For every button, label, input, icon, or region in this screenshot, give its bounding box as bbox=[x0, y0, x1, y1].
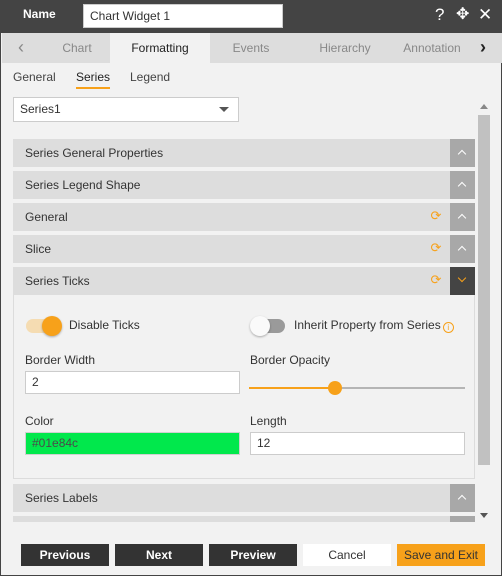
scrollbar-thumb[interactable] bbox=[478, 115, 490, 465]
slider-thumb[interactable] bbox=[328, 381, 343, 395]
color-input[interactable]: #01e84c bbox=[25, 432, 240, 455]
series-select-value: Series1 bbox=[20, 102, 61, 116]
expand-button[interactable] bbox=[450, 139, 475, 167]
previous-button[interactable]: Previous bbox=[21, 544, 109, 566]
border-opacity-label: Border Opacity bbox=[250, 353, 331, 367]
panel-title: Series Labels bbox=[25, 491, 98, 505]
panel-slice[interactable]: Slice ⟳ bbox=[13, 235, 475, 263]
disable-ticks-toggle[interactable] bbox=[26, 316, 62, 336]
name-label: Name bbox=[23, 7, 56, 21]
inherit-property-toggle[interactable] bbox=[250, 316, 285, 336]
tab-scroll-left-icon[interactable]: ‹ bbox=[6, 33, 36, 63]
tab-scroll-right-icon[interactable]: › bbox=[468, 33, 498, 63]
border-opacity-slider[interactable] bbox=[249, 381, 465, 395]
chevron-up-icon bbox=[457, 494, 467, 504]
panel-series-legend-shape[interactable]: Series Legend Shape bbox=[13, 171, 475, 199]
preview-button[interactable]: Preview bbox=[209, 544, 297, 566]
tab-hierarchy[interactable]: Hierarchy bbox=[292, 33, 398, 63]
tab-bar: ‹ Chart Formatting Events Hierarchy Anno… bbox=[2, 33, 502, 63]
subtab-general[interactable]: General bbox=[13, 70, 56, 84]
panel-title: Series General Properties bbox=[25, 146, 164, 160]
color-label: Color bbox=[25, 414, 54, 428]
help-icon[interactable]: ? bbox=[435, 5, 444, 25]
reset-icon[interactable]: ⟳ bbox=[429, 209, 443, 223]
panel-title: General bbox=[25, 210, 68, 224]
dialog-header: Name ? ✥ ✕ bbox=[1, 0, 502, 33]
next-button[interactable]: Next bbox=[115, 544, 203, 566]
close-icon[interactable]: ✕ bbox=[478, 5, 492, 25]
border-width-label: Border Width bbox=[25, 353, 96, 367]
slider-fill bbox=[249, 387, 336, 389]
panel-general[interactable]: General ⟳ bbox=[13, 203, 475, 231]
expand-button[interactable] bbox=[450, 484, 475, 512]
tab-chart[interactable]: Chart bbox=[44, 33, 110, 63]
length-label: Length bbox=[250, 414, 287, 428]
panel-series-ticks[interactable]: Series Ticks ⟳ bbox=[13, 267, 475, 295]
series-ticks-body: Disable Ticks Inherit Property from Seri… bbox=[13, 295, 475, 479]
panel-series-labels[interactable]: Series Labels bbox=[13, 484, 475, 512]
tab-events[interactable]: Events bbox=[210, 33, 292, 63]
expand-button[interactable] bbox=[450, 516, 475, 522]
toggle-knob bbox=[42, 316, 62, 336]
panel-title: Series Ticks bbox=[25, 274, 90, 288]
chevron-up-icon bbox=[457, 245, 467, 255]
chevron-up-icon bbox=[457, 181, 467, 191]
subtab-legend[interactable]: Legend bbox=[130, 70, 170, 84]
widget-name-input[interactable] bbox=[83, 4, 283, 28]
reset-icon[interactable]: ⟳ bbox=[429, 273, 443, 287]
properties-scroll-area: Series General Properties Series Legend … bbox=[13, 139, 475, 522]
chevron-up-icon bbox=[457, 149, 467, 159]
save-and-exit-button[interactable]: Save and Exit bbox=[397, 544, 485, 566]
panel-series-general-properties[interactable]: Series General Properties bbox=[13, 139, 475, 167]
panel-title: Slice bbox=[25, 242, 52, 256]
move-icon[interactable]: ✥ bbox=[456, 5, 469, 25]
chart-widget-dialog: Name ? ✥ ✕ ‹ Chart Formatting Events Hie… bbox=[0, 0, 502, 576]
series-select[interactable]: Series1 bbox=[13, 97, 239, 122]
panel-title: Series Legend Shape bbox=[25, 178, 141, 192]
inherit-property-label: Inherit Property from Series i bbox=[294, 318, 454, 333]
tab-formatting[interactable]: Formatting bbox=[110, 33, 210, 63]
info-icon[interactable]: i bbox=[442, 322, 454, 333]
expand-button[interactable] bbox=[450, 203, 475, 231]
length-input[interactable]: 12 bbox=[250, 432, 465, 455]
panel-next-partial[interactable] bbox=[13, 516, 475, 522]
chevron-up-icon bbox=[457, 213, 467, 223]
cancel-button[interactable]: Cancel bbox=[303, 544, 391, 566]
chevron-down-icon bbox=[219, 107, 229, 112]
border-width-input[interactable]: 2 bbox=[25, 371, 240, 394]
reset-icon[interactable]: ⟳ bbox=[429, 241, 443, 255]
expand-button[interactable] bbox=[450, 171, 475, 199]
scroll-down-icon[interactable] bbox=[480, 513, 488, 518]
vertical-scrollbar[interactable] bbox=[477, 98, 491, 522]
subtab-series[interactable]: Series bbox=[76, 70, 111, 89]
collapse-button[interactable] bbox=[450, 267, 475, 295]
chevron-down-icon bbox=[457, 273, 467, 283]
scroll-up-icon[interactable] bbox=[480, 104, 488, 109]
disable-ticks-label: Disable Ticks bbox=[69, 318, 140, 332]
toggle-knob bbox=[250, 316, 270, 336]
inherit-property-text: Inherit Property from Series bbox=[294, 318, 441, 332]
expand-button[interactable] bbox=[450, 235, 475, 263]
tab-annotation[interactable]: Annotation bbox=[398, 33, 466, 63]
